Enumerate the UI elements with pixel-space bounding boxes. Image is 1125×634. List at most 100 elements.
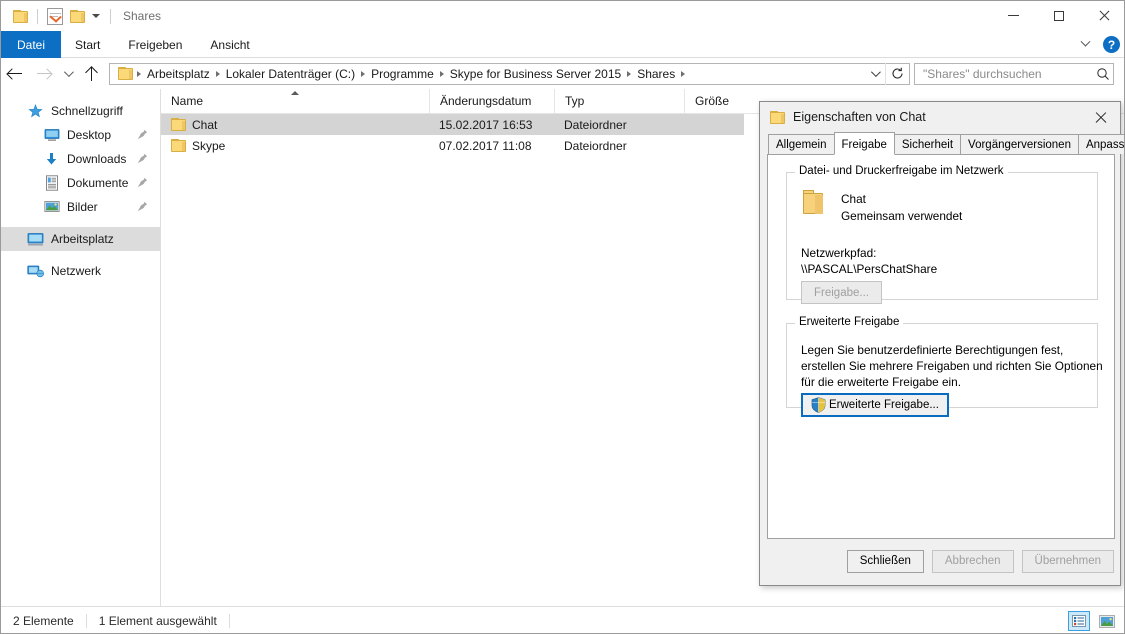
sidebar-item-dokumente[interactable]: Dokumente — [1, 171, 160, 195]
maximize-button[interactable] — [1036, 1, 1081, 30]
search-input[interactable]: "Shares" durchsuchen — [915, 67, 1093, 81]
large-folder-icon — [801, 189, 827, 215]
row-size-cell — [684, 135, 744, 156]
tab-start[interactable]: Start — [61, 31, 114, 58]
forward-button[interactable] — [29, 60, 57, 88]
row-name-text: Skype — [192, 138, 226, 153]
sidebar-item-desktop[interactable]: Desktop — [1, 123, 160, 147]
sidebar-item-schnellzugriff[interactable]: Schnellzugriff — [1, 99, 160, 123]
download-arrow-icon — [43, 151, 60, 167]
pictures-icon — [43, 199, 60, 215]
tab-sicherheit[interactable]: Sicherheit — [893, 134, 962, 154]
document-icon — [43, 175, 60, 191]
back-button[interactable] — [1, 60, 29, 88]
star-icon — [27, 103, 44, 119]
close-button[interactable] — [1081, 1, 1124, 30]
sidebar-label-downloads: Downloads — [67, 152, 127, 166]
tab-anpassen[interactable]: Anpassen — [1077, 134, 1124, 154]
sidebar-label-bilder: Bilder — [67, 200, 98, 214]
qat-separator-1 — [37, 8, 38, 24]
row-name-cell: Skype — [161, 135, 429, 156]
advanced-sharing-button[interactable]: Erweiterte Freigabe... — [801, 393, 949, 417]
network-icon — [27, 263, 44, 279]
window-controls — [991, 1, 1124, 30]
apply-button[interactable]: Übernehmen — [1021, 549, 1114, 573]
sort-ascending-icon — [291, 91, 299, 95]
recent-locations-chevron-down-icon[interactable] — [57, 60, 77, 88]
ribbon-tabstrip: Datei Start Freigeben Ansicht ? — [1, 31, 1124, 58]
sidebar-item-arbeitsplatz[interactable]: Arbeitsplatz — [1, 227, 160, 251]
ribbon-expand-chevron-down-icon[interactable] — [1077, 34, 1093, 56]
breadcrumb-sep-5[interactable] — [681, 70, 686, 77]
breadcrumb-item-2[interactable]: Programme — [366, 67, 439, 81]
row-name-cell: Chat — [161, 114, 429, 135]
breadcrumb-item-0[interactable]: Arbeitsplatz — [142, 67, 215, 81]
breadcrumb-item-3[interactable]: Skype for Business Server 2015 — [445, 67, 626, 81]
folder-icon — [171, 118, 186, 131]
tab-datei[interactable]: Datei — [1, 31, 62, 58]
tab-freigeben[interactable]: Freigeben — [114, 31, 196, 58]
advanced-description: Legen Sie benutzerdefinierte Berechtigun… — [801, 343, 1103, 389]
breadcrumb-folder-icon — [114, 67, 136, 80]
cancel-button[interactable]: Abbrechen — [931, 549, 1014, 573]
column-header-date[interactable]: Änderungsdatum — [429, 88, 554, 114]
address-input[interactable]: Arbeitsplatz Lokaler Datenträger (C:) Pr… — [109, 62, 910, 85]
sidebar-item-bilder[interactable]: Bilder — [1, 195, 160, 219]
breadcrumb-sep-2[interactable] — [361, 70, 366, 77]
refresh-button[interactable] — [885, 62, 909, 85]
qat-folder-icon[interactable] — [9, 5, 31, 27]
search-box[interactable]: "Shares" durchsuchen — [914, 62, 1114, 85]
monitor-icon — [43, 127, 60, 143]
pin-icon-dokumente[interactable] — [137, 177, 148, 188]
minimize-button[interactable] — [991, 1, 1036, 30]
tab-allgemein[interactable]: Allgemein — [768, 134, 835, 154]
share-name: Chat — [841, 192, 866, 206]
breadcrumb-sep-4[interactable] — [627, 70, 632, 77]
help-button[interactable]: ? — [1103, 36, 1120, 53]
large-icons-view-icon[interactable] — [1096, 611, 1118, 631]
details-view-icon[interactable] — [1068, 611, 1090, 631]
status-bar: 2 Elemente 1 Element ausgewählt — [1, 606, 1124, 633]
qat-new-folder-icon[interactable] — [66, 5, 88, 27]
tab-vorgaengerversionen[interactable]: Vorgängerversionen — [960, 134, 1079, 154]
group-advanced-legend: Erweiterte Freigabe — [795, 316, 904, 328]
qat-properties-icon[interactable] — [44, 5, 66, 27]
pin-icon-bilder[interactable] — [137, 201, 148, 212]
sidebar-label-dokumente: Dokumente — [67, 176, 129, 190]
up-button[interactable] — [77, 60, 105, 88]
quick-access-toolbar: Shares — [1, 1, 161, 31]
advanced-sharing-button-label: Erweiterte Freigabe... — [829, 399, 939, 411]
uac-shield-icon — [811, 397, 826, 413]
address-dropdown-chevron-down-icon[interactable] — [863, 64, 885, 84]
sidebar-label-schnellzugriff: Schnellzugriff — [51, 104, 123, 118]
group-network-sharing: Datei- und Druckerfreigabe im Netzwerk C… — [786, 165, 1098, 304]
qat-customize-chevron-down-icon[interactable] — [88, 5, 104, 27]
tab-freigabe[interactable]: Freigabe — [833, 132, 895, 155]
column-header-size[interactable]: Größe — [684, 88, 744, 114]
breadcrumb-sep-0[interactable] — [137, 70, 141, 77]
table-row[interactable]: Chat 15.02.2017 16:53 Dateiordner — [161, 114, 744, 135]
sidebar-item-downloads[interactable]: Downloads — [1, 147, 160, 171]
share-button[interactable]: Freigabe... — [801, 281, 882, 304]
sidebar-item-netzwerk[interactable]: Netzwerk — [1, 259, 160, 283]
view-mode-buttons — [1068, 611, 1118, 631]
dialog-close-button[interactable] — [1080, 102, 1120, 132]
breadcrumb-item-1[interactable]: Lokaler Datenträger (C:) — [221, 67, 360, 81]
close-dialog-button[interactable]: Schließen — [846, 549, 924, 573]
refresh-icon — [892, 67, 903, 79]
table-row[interactable]: Skype 07.02.2017 11:08 Dateiordner — [161, 135, 744, 156]
group-advanced-sharing: Erweiterte Freigabe Legen Sie benutzerde… — [786, 316, 1103, 417]
breadcrumb-sep-3[interactable] — [439, 70, 444, 77]
sidebar-label-arbeitsplatz: Arbeitsplatz — [51, 232, 114, 246]
tab-ansicht[interactable]: Ansicht — [196, 31, 263, 58]
window-title: Shares — [123, 9, 162, 23]
breadcrumb-sep-1[interactable] — [215, 70, 220, 77]
pin-icon-desktop[interactable] — [137, 129, 148, 140]
breadcrumb-item-4[interactable]: Shares — [632, 67, 680, 81]
row-date-cell: 15.02.2017 16:53 — [439, 117, 533, 132]
column-header-type[interactable]: Typ — [554, 88, 684, 114]
network-path-block: Netzwerkpfad: \\PASCAL\PersChatShare — [801, 245, 937, 277]
pin-icon-downloads[interactable] — [137, 153, 148, 164]
share-summary: Chat Gemeinsam verwendet — [801, 189, 962, 225]
ribbon-right-controls: ? — [1077, 31, 1120, 58]
